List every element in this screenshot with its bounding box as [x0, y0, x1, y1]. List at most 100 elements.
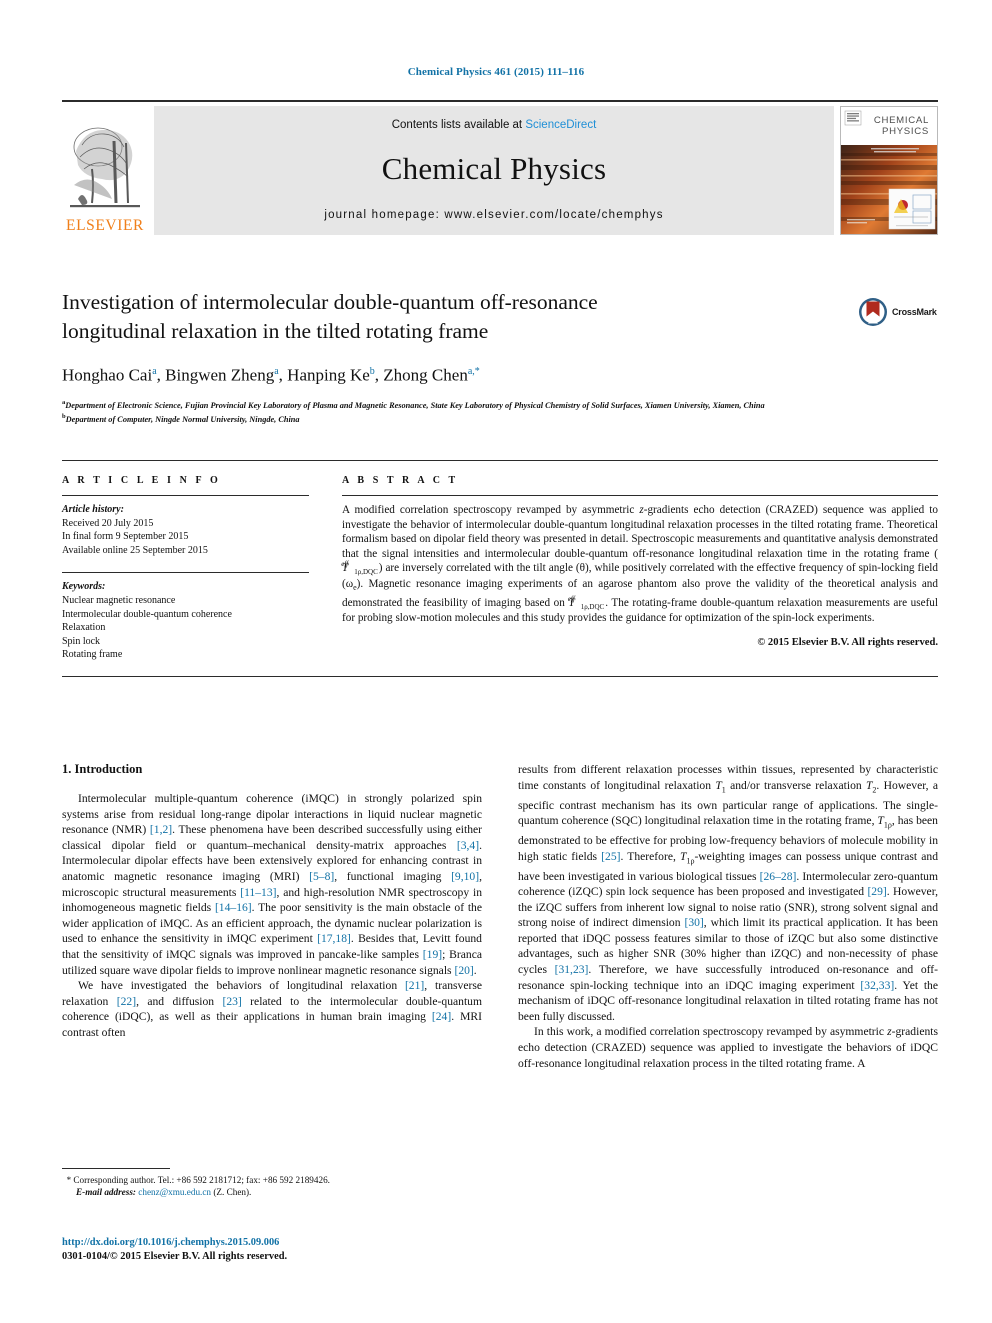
svg-text:CHEMICAL: CHEMICAL: [874, 115, 929, 126]
running-head: Chemical Physics 461 (2015) 111–116: [407, 66, 585, 78]
journal-band: Contents lists available at ScienceDirec…: [154, 106, 834, 235]
keyword-item: Intermolecular double-quantum coherence: [62, 608, 232, 620]
email-label: E-mail address:: [76, 1187, 136, 1198]
title-line-2: longitudinal relaxation in the tilted ro…: [62, 319, 489, 343]
paper-page: Chemical Physics 461 (2015) 111–116 ELSE…: [0, 0, 992, 1323]
journal-title: Chemical Physics: [381, 151, 607, 186]
author-list: Honghao Caia, Bingwen Zhenga, Hanping Ke…: [62, 365, 480, 385]
title-block: Investigation of intermolecular double-q…: [62, 288, 852, 425]
citation-link[interactable]: [3,4]: [457, 839, 479, 852]
keyword-item: Relaxation: [62, 622, 106, 634]
math-symbol: Teff1ρ,DQC: [567, 594, 605, 611]
keyword-item: Rotating frame: [62, 649, 123, 661]
left-column-paragraphs: Intermolecular multiple-quantum coherenc…: [62, 791, 482, 1041]
keywords-label: Keywords:: [62, 581, 106, 593]
sciencedirect-link[interactable]: ScienceDirect: [525, 119, 596, 131]
subscript: 1ρ: [883, 820, 892, 830]
author-name: Hanping Ke: [287, 365, 370, 385]
math-symbol: Teff1ρ,DQC: [341, 560, 378, 577]
crossmark-icon: [859, 298, 887, 326]
author-name: Honghao Cai: [62, 365, 153, 385]
affiliation-list: aDepartment of Electronic Science, Fujia…: [62, 397, 852, 426]
body-paragraph: We have investigated the behaviors of lo…: [62, 979, 482, 1039]
divider: [342, 495, 938, 496]
info-abstract-band: A R T I C L E I N F O Article history: R…: [62, 460, 938, 677]
abstract-text: A modified correlation spectroscopy reva…: [341, 504, 938, 625]
keyword-item: Nuclear magnetic resonance: [62, 594, 176, 606]
body-columns: 1. Introduction Intermolecular multiple-…: [62, 762, 938, 1071]
journal-masthead: ELSEVIER Contents lists available at Sci…: [62, 100, 938, 235]
citation-link[interactable]: [25]: [601, 850, 620, 863]
citation-link[interactable]: [19]: [423, 948, 442, 961]
right-column-paragraphs: results from different relaxation proces…: [518, 762, 938, 1071]
citation-link[interactable]: [9,10]: [451, 870, 479, 883]
citation-link[interactable]: [24]: [432, 1010, 451, 1023]
history-item: Received 20 July 2015: [62, 517, 154, 529]
issn-copyright-line: 0301-0104/© 2015 Elsevier B.V. All right…: [62, 1251, 288, 1262]
cover-art: CHEMICAL PHYSICS: [841, 107, 937, 234]
keyword-list: Keywords: Nuclear magnetic resonance Int…: [62, 580, 309, 662]
citation-link[interactable]: [11–13]: [240, 886, 276, 899]
subscript: 1: [721, 784, 726, 794]
subscript: 1ρ: [686, 855, 695, 865]
article-info-heading: A R T I C L E I N F O: [62, 475, 221, 486]
corresponding-author-text: Corresponding author. Tel.: +86 592 2181…: [73, 1175, 330, 1185]
citation-link[interactable]: [23]: [222, 995, 241, 1008]
crossmark-badge[interactable]: CrossMark: [858, 294, 942, 330]
citation-link[interactable]: [17,18]: [317, 932, 351, 945]
email-link[interactable]: chenz@xmu.edu.cn: [138, 1187, 211, 1197]
email-suffix: (Z. Chen).: [213, 1187, 252, 1198]
citation-link[interactable]: [14–16]: [215, 901, 252, 914]
crossmark-label: CrossMark: [892, 307, 937, 317]
citation-link[interactable]: [32,33]: [860, 979, 894, 992]
affiliation-item: aDepartment of Electronic Science, Fujia…: [62, 398, 765, 410]
affiliation-item: bDepartment of Computer, Ningde Normal U…: [62, 413, 300, 424]
italic-symbol: z: [887, 1025, 892, 1039]
page-title: Investigation of intermolecular double-q…: [62, 288, 852, 346]
author-name: Bingwen Zheng: [165, 365, 275, 385]
abstract-heading: A B S T R A C T: [342, 475, 459, 486]
svg-text:PHYSICS: PHYSICS: [882, 126, 929, 137]
contents-available-line: Contents lists available at ScienceDirec…: [154, 119, 834, 131]
citation-link[interactable]: [1,2]: [150, 823, 172, 836]
author-name: Zhong Chen: [383, 365, 468, 385]
body-paragraph: results from different relaxation proces…: [518, 763, 938, 1023]
corresponding-author-footnote: * Corresponding author. Tel.: +86 592 21…: [62, 1168, 482, 1199]
article-history-label: Article history:: [62, 504, 124, 515]
citation-link[interactable]: [31,23]: [555, 963, 589, 976]
keyword-item: Spin lock: [62, 635, 101, 647]
citation-link[interactable]: [21]: [405, 979, 424, 992]
author-affiliation-marker: b: [369, 366, 375, 377]
title-line-1: Investigation of intermolecular double-q…: [62, 290, 598, 314]
citation-link[interactable]: [22]: [117, 995, 136, 1008]
divider: [62, 495, 309, 496]
abstract-copyright: © 2015 Elsevier B.V. All rights reserved…: [757, 636, 938, 648]
section-heading-introduction: 1. Introduction: [62, 762, 143, 776]
author-affiliation-marker: a: [274, 366, 279, 377]
history-item: Available online 25 September 2015: [62, 544, 208, 556]
doi-link[interactable]: http://dx.doi.org/10.1016/j.chemphys.201…: [62, 1236, 492, 1250]
citation-link[interactable]: [26–28]: [760, 870, 797, 883]
elsevier-wordmark: ELSEVIER: [66, 216, 144, 234]
corresponding-author-line: * Corresponding author. Tel.: +86 592 21…: [62, 1174, 482, 1186]
contents-prefix: Contents lists available at: [391, 119, 526, 131]
body-column-right: results from different relaxation proces…: [518, 762, 938, 1071]
asterisk-icon: *: [66, 1175, 72, 1185]
body-column-left: 1. Introduction Intermolecular multiple-…: [62, 762, 482, 1071]
citation-link[interactable]: [29]: [867, 885, 886, 898]
article-info-column: A R T I C L E I N F O Article history: R…: [62, 475, 309, 662]
body-paragraph: Intermolecular multiple-quantum coherenc…: [62, 792, 482, 977]
body-paragraph: In this work, a modified correlation spe…: [518, 1025, 938, 1070]
article-history: Article history: Received 20 July 2015 I…: [62, 503, 309, 557]
subscript: 2: [872, 784, 877, 794]
elsevier-logo: ELSEVIER: [62, 106, 148, 235]
journal-cover-thumbnail[interactable]: CHEMICAL PHYSICS: [840, 106, 938, 235]
citation-link[interactable]: [30]: [684, 916, 703, 929]
citation-link[interactable]: [20]: [454, 964, 473, 977]
elsevier-tree-icon: [70, 127, 140, 207]
abstract-column: A B S T R A C T A modified correlation s…: [341, 475, 938, 662]
citation-link[interactable]: [5–8]: [309, 870, 334, 883]
history-item: In final form 9 September 2015: [62, 531, 189, 543]
journal-homepage-link[interactable]: journal homepage: www.elsevier.com/locat…: [154, 209, 834, 221]
